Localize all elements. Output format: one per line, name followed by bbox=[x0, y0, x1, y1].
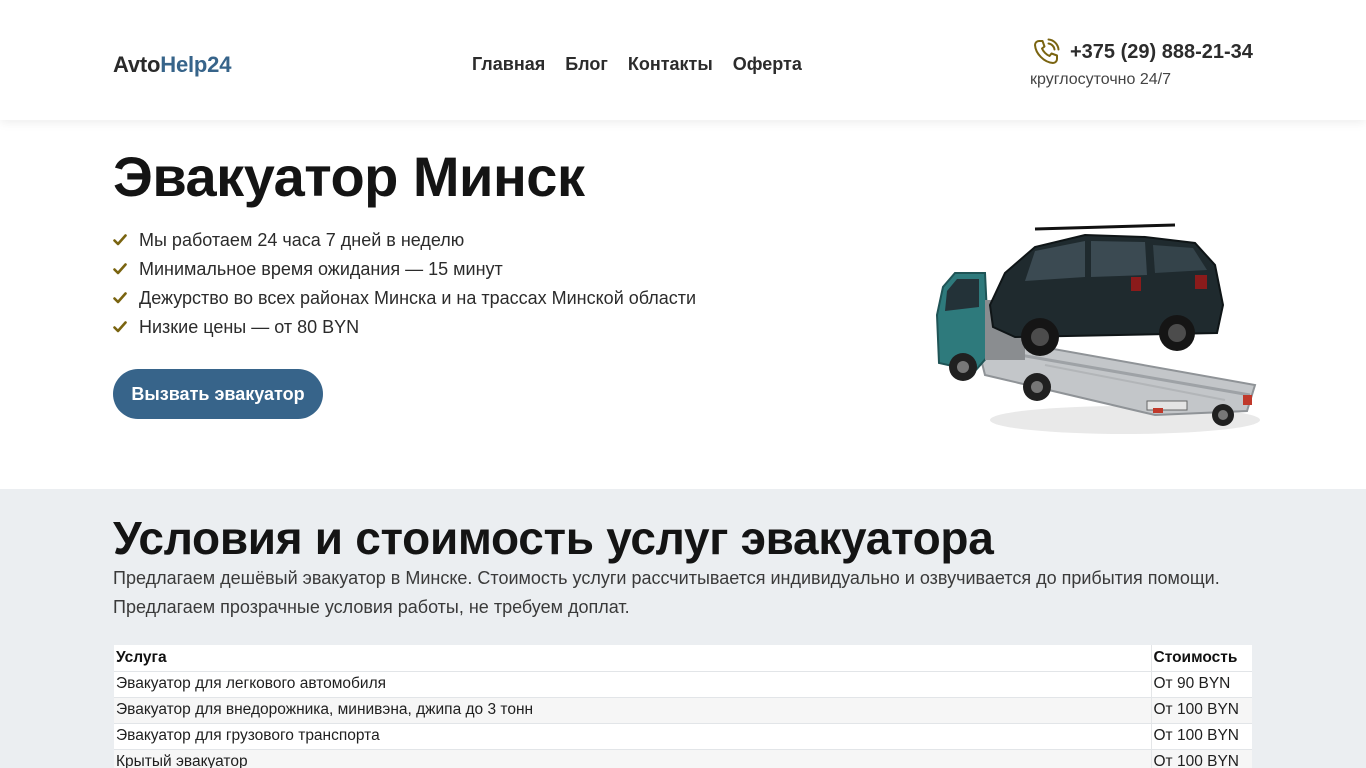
table-row: Эвакуатор для легкового автомобиля От 90… bbox=[114, 671, 1252, 698]
price-cell: От 90 BYN bbox=[1151, 671, 1252, 698]
table-header-row: Услуга Стоимость bbox=[114, 645, 1252, 672]
phone-hours-note: круглосуточно 24/7 bbox=[1030, 71, 1171, 88]
site-header: AvtoHelp24 Главная Блог Контакты Оферта … bbox=[0, 0, 1366, 120]
services-intro: Предлагаем дешёвый эвакуатор в Минске. С… bbox=[113, 568, 1220, 617]
price-cell: От 100 BYN bbox=[1151, 723, 1252, 750]
nav-link-home[interactable]: Главная bbox=[472, 54, 545, 75]
nav-link-offer[interactable]: Оферта bbox=[733, 54, 802, 75]
feature-text: Минимальное время ожидания — 15 минут bbox=[139, 259, 503, 279]
feature-item: Минимальное время ожидания — 15 минут bbox=[113, 255, 696, 284]
phone-number-link[interactable]: +375 (29) 888-21-34 bbox=[1070, 41, 1253, 64]
column-header-service: Услуга bbox=[114, 645, 1152, 672]
nav-link-contacts[interactable]: Контакты bbox=[628, 54, 713, 75]
feature-text: Дежурство во всех районах Минска и на тр… bbox=[139, 288, 697, 308]
site-logo[interactable]: AvtoHelp24 bbox=[113, 52, 231, 78]
service-cell: Эвакуатор для легкового автомобиля bbox=[114, 671, 1152, 698]
feature-list: Мы работаем 24 часа 7 дней в неделю Мини… bbox=[113, 226, 696, 342]
check-icon bbox=[113, 259, 139, 280]
services-section: Условия и стоимость услуг эвакуатора Пре… bbox=[0, 489, 1366, 768]
check-icon bbox=[113, 317, 139, 338]
check-icon bbox=[113, 230, 139, 251]
feature-text: Мы работаем 24 часа 7 дней в неделю bbox=[139, 230, 465, 250]
feature-item: Дежурство во всех районах Минска и на тр… bbox=[113, 284, 696, 313]
logo-part-help24: Help24 bbox=[160, 52, 232, 77]
page-title: Эвакуатор Минск bbox=[113, 145, 585, 208]
service-cell: Эвакуатор для внедорожника, минивэна, дж… bbox=[114, 697, 1152, 724]
feature-item: Мы работаем 24 часа 7 дней в неделю bbox=[113, 226, 696, 255]
feature-item: Низкие цены — от 80 BYN bbox=[113, 313, 696, 342]
main-nav: Главная Блог Контакты Оферта bbox=[472, 54, 802, 75]
call-tow-truck-button[interactable]: Вызвать эвакуатор bbox=[113, 369, 323, 419]
tow-truck-with-suv-image bbox=[935, 223, 1260, 434]
column-header-price: Стоимость bbox=[1151, 645, 1252, 672]
table-row: Эвакуатор для грузового транспорта От 10… bbox=[114, 723, 1252, 750]
service-cell: Крытый эвакуатор bbox=[114, 749, 1152, 768]
price-cell: От 100 BYN bbox=[1151, 697, 1252, 724]
price-table: Услуга Стоимость Эвакуатор для легкового… bbox=[114, 645, 1252, 768]
feature-text: Низкие цены — от 80 BYN bbox=[139, 317, 360, 337]
hero-section: Эвакуатор Минск Мы работаем 24 часа 7 дн… bbox=[0, 120, 1366, 489]
nav-link-blog[interactable]: Блог bbox=[565, 54, 608, 75]
phone-call-icon bbox=[1034, 38, 1060, 64]
services-title: Условия и стоимость услуг эвакуатора bbox=[113, 512, 994, 564]
service-cell: Эвакуатор для грузового транспорта bbox=[114, 723, 1152, 750]
price-cell: От 100 BYN bbox=[1151, 749, 1252, 768]
table-row: Эвакуатор для внедорожника, минивэна, дж… bbox=[114, 697, 1252, 724]
check-icon bbox=[113, 288, 139, 309]
table-row: Крытый эвакуатор От 100 BYN bbox=[114, 749, 1252, 768]
logo-part-avto: Avto bbox=[113, 52, 161, 77]
